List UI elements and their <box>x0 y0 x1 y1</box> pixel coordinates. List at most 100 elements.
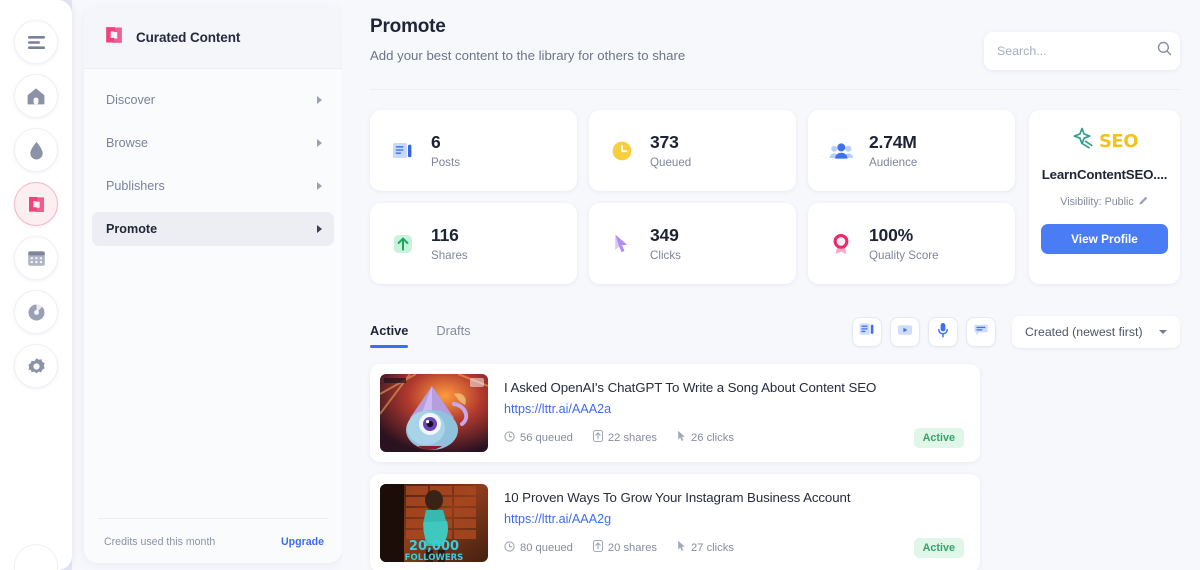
hamburger-menu-button[interactable] <box>14 20 58 64</box>
edit-pencil-icon[interactable] <box>1138 195 1149 209</box>
chevron-down-icon <box>1159 330 1167 334</box>
search-icon[interactable] <box>1157 41 1172 61</box>
tab-active[interactable]: Active <box>370 323 409 348</box>
stat-text: 116 Shares <box>431 225 468 261</box>
filter-audio-button[interactable] <box>928 317 958 347</box>
list-item-title: 10 Proven Ways To Grow Your Instagram Bu… <box>504 490 851 505</box>
nav-item-publishers[interactable]: Publishers <box>92 169 334 203</box>
sidebar-item-calendar[interactable] <box>14 236 58 280</box>
status-badge: Active <box>913 428 964 448</box>
meta-shares: 22 shares <box>592 430 658 445</box>
chevron-right-icon <box>317 96 322 104</box>
people-icon <box>828 141 854 161</box>
chevron-right-icon <box>317 182 322 190</box>
sort-select[interactable]: Created (newest first) <box>1012 316 1180 348</box>
list-item[interactable]: I Asked OpenAI's ChatGPT To Write a Song… <box>370 364 980 462</box>
search-input[interactable] <box>997 44 1157 58</box>
stat-card-queued[interactable]: 373 Queued <box>589 110 796 191</box>
cursor-icon <box>677 430 686 445</box>
page-header-text: Promote Add your best content to the lib… <box>370 16 685 63</box>
page-header: Promote Add your best content to the lib… <box>370 16 1190 70</box>
stat-label: Posts <box>431 155 460 169</box>
upgrade-link[interactable]: Upgrade <box>281 536 324 548</box>
share-up-arrow-icon <box>592 430 603 445</box>
stat-value: 349 <box>650 225 679 246</box>
stat-card-posts[interactable]: 6 Posts <box>370 110 577 191</box>
seo-logo: SEO <box>1071 127 1139 156</box>
secondary-sidebar-panel: Curated Content Discover Browse Publishe… <box>84 7 359 563</box>
view-profile-button[interactable]: View Profile <box>1041 224 1168 254</box>
stat-value: 6 <box>431 132 441 153</box>
clock-icon <box>609 140 635 162</box>
panel-nav: Discover Browse Publishers Promote <box>84 69 342 255</box>
stat-label: Queued <box>650 155 692 169</box>
sort-select-label: Created (newest first) <box>1025 325 1143 339</box>
toolbar: Created (newest first) <box>852 316 1180 354</box>
list-item-title: I Asked OpenAI's ChatGPT To Write a Song… <box>504 380 877 395</box>
tabs: Active Drafts <box>370 323 471 348</box>
stat-text: 2.74M Audience <box>869 132 917 168</box>
lettr-brand-icon <box>103 24 125 51</box>
cursor-icon <box>677 540 686 555</box>
filter-article-button[interactable] <box>852 317 882 347</box>
nav-item-browse[interactable]: Browse <box>92 126 334 160</box>
meta-clicks-label: 27 clicks <box>691 541 734 554</box>
calendar-icon <box>27 249 46 267</box>
meta-queued-label: 80 queued <box>520 541 573 554</box>
meta-clicks: 27 clicks <box>677 540 734 555</box>
home-icon <box>26 87 46 106</box>
sidebar-item-home[interactable] <box>14 74 58 118</box>
stat-value: 373 <box>650 132 679 153</box>
stat-value: 100% <box>869 225 913 246</box>
meta-shares-label: 20 shares <box>607 541 658 554</box>
brand-name: Curated Content <box>136 30 241 45</box>
list-item-url[interactable]: https://lttr.ai/AAA2a <box>504 402 964 416</box>
filter-quote-button[interactable] <box>966 317 996 347</box>
meta-queued-label: 56 queued <box>520 431 573 444</box>
content-list: I Asked OpenAI's ChatGPT To Write a Song… <box>370 364 1180 570</box>
list-item[interactable]: 20,000 FOLLOWERS 10 Proven Ways To Grow … <box>370 474 980 570</box>
quote-caption-icon <box>973 323 989 342</box>
nav-item-promote[interactable]: Promote <box>92 212 334 246</box>
filter-video-button[interactable] <box>890 317 920 347</box>
meta-shares-label: 22 shares <box>607 431 658 444</box>
list-item-body: I Asked OpenAI's ChatGPT To Write a Song… <box>504 374 964 452</box>
seo-wordmark: SEO <box>1098 130 1139 152</box>
lettr-logo-icon <box>26 194 47 215</box>
share-up-arrow-icon <box>390 233 416 255</box>
clock-icon <box>504 540 515 555</box>
seo-sparkle-icon <box>1071 127 1097 156</box>
credits-label: Credits used this month <box>104 536 216 548</box>
stat-card-quality-score[interactable]: 100% Quality Score <box>808 203 1015 284</box>
credits-bar: Credits used this month Upgrade <box>92 531 334 553</box>
panel-header: Curated Content <box>84 7 342 69</box>
nav-item-label: Browse <box>106 136 148 150</box>
stats-grid: 6 Posts 373 Queued 2.74M Audience 116 Sh… <box>370 110 1015 284</box>
nav-item-discover[interactable]: Discover <box>92 83 334 117</box>
rail-bottom-button[interactable] <box>14 544 58 570</box>
sidebar-item-analytics[interactable] <box>14 290 58 334</box>
list-item-meta: 80 queued 20 shares 27 clicks <box>504 540 964 555</box>
sidebar-item-curated-content[interactable] <box>14 182 58 226</box>
stat-text: 100% Quality Score <box>869 225 939 261</box>
pie-chart-icon <box>27 303 46 322</box>
list-item-url[interactable]: https://lttr.ai/AAA2g <box>504 512 964 526</box>
search-box[interactable] <box>984 32 1180 70</box>
profile-visibility: Visibility: Public <box>1060 195 1148 209</box>
tabs-toolbar-row: Active Drafts Created (newest first) <box>370 316 1180 354</box>
stat-text: 373 Queued <box>650 132 691 168</box>
stat-label: Audience <box>869 155 918 169</box>
primary-icon-rail <box>0 0 72 570</box>
meta-clicks-label: 26 clicks <box>691 431 734 444</box>
meta-queued: 80 queued <box>504 540 573 555</box>
tab-drafts[interactable]: Drafts <box>436 323 470 348</box>
stat-card-shares[interactable]: 116 Shares <box>370 203 577 284</box>
stat-card-clicks[interactable]: 349 Clicks <box>589 203 796 284</box>
sidebar-item-settings[interactable] <box>14 344 58 388</box>
sidebar-item-drop[interactable] <box>14 128 58 172</box>
profile-name: LearnContentSEO.... <box>1041 167 1168 182</box>
stat-card-audience[interactable]: 2.74M Audience <box>808 110 1015 191</box>
stat-label: Clicks <box>650 248 681 262</box>
thumbnail-instagram-followers: 20,000 FOLLOWERS <box>380 484 488 562</box>
svg-text:20,000: 20,000 <box>409 539 459 554</box>
